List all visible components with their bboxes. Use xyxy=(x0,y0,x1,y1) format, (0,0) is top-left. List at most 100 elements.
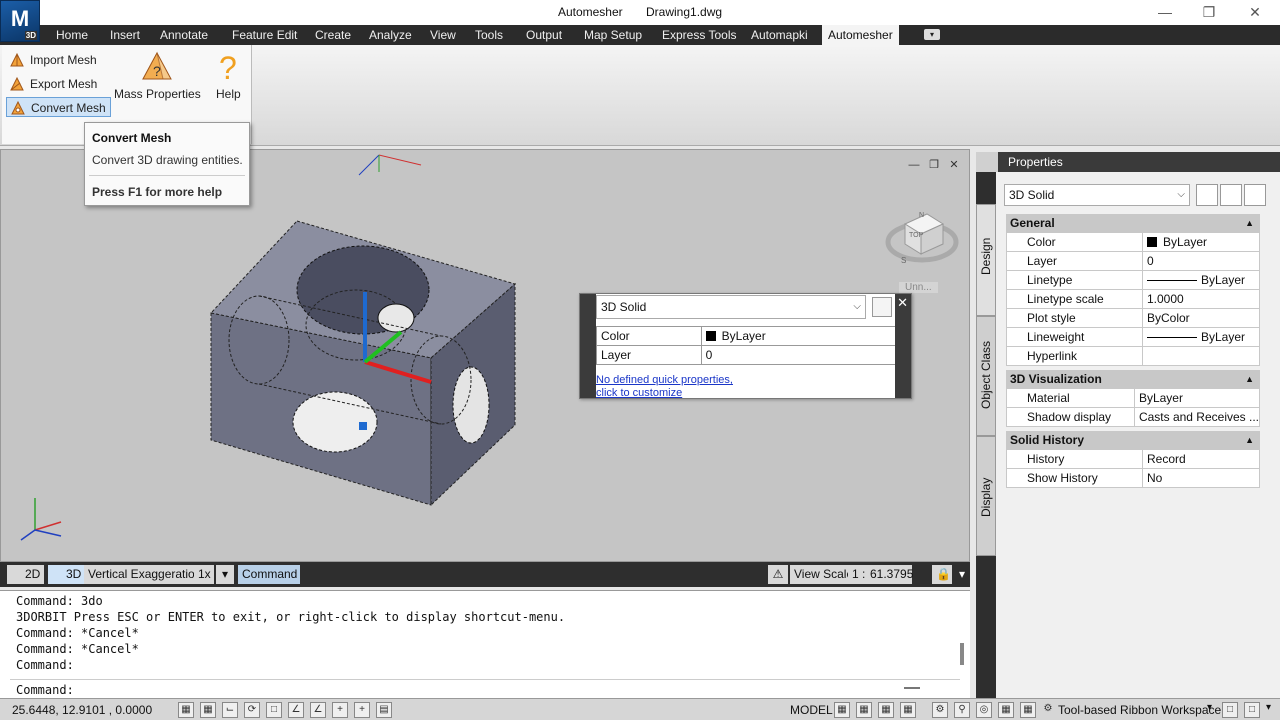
select-objects-icon[interactable] xyxy=(1220,184,1242,206)
mass-properties-button[interactable]: ? Mass Properties xyxy=(114,51,201,101)
quick-select-icon[interactable] xyxy=(1244,184,1266,206)
viewport-minimize-icon[interactable]: — xyxy=(907,158,921,172)
mode-2d-label: 2D xyxy=(25,567,41,581)
tab-design-label: Design xyxy=(979,237,993,275)
orbit-icon[interactable]: ◎ xyxy=(976,702,992,718)
ribbon-options-icon[interactable]: ▾ xyxy=(924,29,940,40)
command-scrollbar[interactable] xyxy=(960,643,964,665)
lineweight-icon[interactable]: + xyxy=(354,702,370,718)
steering-wheel-icon[interactable]: ▦ xyxy=(1020,702,1036,718)
app-menu-button[interactable]: M 3D xyxy=(0,0,40,42)
3d-solid-block[interactable] xyxy=(210,220,517,507)
vertical-exaggeration-value[interactable]: 1x xyxy=(194,565,214,584)
model-space-toggle[interactable]: MODEL xyxy=(790,703,833,717)
tab-automesher[interactable]: Automesher xyxy=(822,25,899,45)
osnap-icon[interactable]: □ xyxy=(266,702,282,718)
qp-row-value[interactable]: 0 xyxy=(700,345,897,365)
lock-icon[interactable]: □ xyxy=(1222,702,1238,718)
property-value[interactable] xyxy=(1142,346,1260,366)
quick-properties-grip[interactable] xyxy=(580,294,596,398)
snap-icon[interactable]: ▦ xyxy=(178,702,194,718)
layout-grid-icon[interactable]: ▦ xyxy=(834,702,850,718)
property-value[interactable]: ByColor xyxy=(1142,308,1260,328)
tab-express-tools[interactable]: Express Tools xyxy=(656,25,742,45)
layout-icon[interactable]: ▦ xyxy=(900,702,916,718)
ortho-icon[interactable]: ⌙ xyxy=(222,702,238,718)
pan-icon[interactable]: ▦ xyxy=(998,702,1014,718)
annotation-scale-icon[interactable]: ⚙ xyxy=(932,702,948,718)
restore-button[interactable]: ❐ xyxy=(1194,2,1224,22)
lock-icon[interactable]: 🔒 xyxy=(932,565,952,584)
chevron-down-icon[interactable]: ▾ xyxy=(1207,702,1212,713)
view-scale-value[interactable]: 61.3795 xyxy=(866,565,913,584)
warning-icon[interactable]: ⚠ xyxy=(768,565,788,584)
import-mesh-button[interactable]: Import Mesh xyxy=(6,50,101,70)
quick-properties-object-select[interactable]: 3D Solid ⌵ xyxy=(596,295,866,319)
qp-row-value[interactable]: ByLayer xyxy=(700,326,897,346)
tab-automapki[interactable]: Automapki xyxy=(745,25,814,45)
section-solid-history[interactable]: Solid History ▲ xyxy=(1006,431,1260,449)
polar-icon[interactable]: ⟳ xyxy=(244,702,260,718)
command-input[interactable]: Command: xyxy=(16,683,956,697)
section-3d-visualization[interactable]: 3D Visualization ▲ xyxy=(1006,370,1260,388)
property-value[interactable]: ByLayer xyxy=(1142,327,1260,347)
ucs-menu[interactable]: Unn... xyxy=(899,282,938,293)
link-line-1: No defined quick properties, xyxy=(596,374,733,386)
property-value[interactable]: 0 xyxy=(1142,251,1260,271)
convert-mesh-button[interactable]: Convert Mesh xyxy=(6,97,111,117)
mode-2d-button[interactable]: 2D xyxy=(7,565,45,584)
tab-analyze[interactable]: Analyze xyxy=(363,25,418,45)
property-label: Show History xyxy=(1006,468,1143,488)
property-value[interactable]: Record xyxy=(1142,449,1260,469)
quick-properties-icon[interactable]: ▤ xyxy=(376,702,392,718)
properties-object-select[interactable]: 3D Solid ⌵ xyxy=(1004,184,1190,206)
viewport-restore-icon[interactable]: ❐ xyxy=(927,158,941,172)
grid-icon[interactable]: ▦ xyxy=(200,702,216,718)
tab-tools[interactable]: Tools xyxy=(469,25,509,45)
property-value[interactable]: No xyxy=(1142,468,1260,488)
tab-home[interactable]: Home xyxy=(50,25,94,45)
tab-view[interactable]: View xyxy=(424,25,462,45)
gear-icon[interactable]: ⚙ xyxy=(1040,702,1056,718)
quick-properties-customize-link[interactable]: No defined quick properties, click to cu… xyxy=(596,374,733,400)
clean-screen-icon[interactable]: □ xyxy=(1244,702,1260,718)
dynamic-ucs-icon[interactable]: ∠ xyxy=(310,702,326,718)
help-button[interactable]: ? Help xyxy=(216,51,241,101)
property-value[interactable]: ByLayer xyxy=(1133,388,1261,408)
property-value[interactable]: 1.0000 xyxy=(1142,289,1260,309)
tab-insert[interactable]: Insert xyxy=(104,25,146,45)
tab-annotate[interactable]: Annotate xyxy=(154,25,214,45)
tab-object-class[interactable]: Object Class xyxy=(976,316,996,436)
tab-feature-edit[interactable]: Feature Edit xyxy=(226,25,303,45)
mode-3d-button[interactable]: 3D xyxy=(48,565,86,584)
section-general[interactable]: General ▲ xyxy=(1006,214,1260,232)
tab-create[interactable]: Create xyxy=(309,25,357,45)
viewport-close-icon[interactable]: ✕ xyxy=(947,158,961,172)
otrack-icon[interactable]: ∠ xyxy=(288,702,304,718)
close-button[interactable]: ✕ xyxy=(1240,2,1270,22)
export-mesh-button[interactable]: Export Mesh xyxy=(6,74,101,94)
command-minimize-icon[interactable] xyxy=(904,687,920,689)
tab-design[interactable]: Design xyxy=(976,204,996,316)
layout-icon[interactable]: ▦ xyxy=(878,702,894,718)
properties-title-bar[interactable]: Properties xyxy=(998,152,1280,172)
layout-icon[interactable]: ▦ xyxy=(856,702,872,718)
minimize-button[interactable]: — xyxy=(1150,2,1180,22)
dynamic-input-icon[interactable]: + xyxy=(332,702,348,718)
tab-map-setup[interactable]: Map Setup xyxy=(578,25,648,45)
zoom-icon[interactable]: ⚲ xyxy=(954,702,970,718)
chevron-down-icon[interactable]: ▾ xyxy=(955,565,969,584)
close-icon[interactable]: ✕ xyxy=(897,295,908,311)
tab-output[interactable]: Output xyxy=(520,25,568,45)
toggle-pickadd-icon[interactable] xyxy=(1196,184,1218,206)
quick-properties-customize-icon[interactable] xyxy=(872,297,892,317)
property-value[interactable]: ByLayer xyxy=(1142,232,1260,252)
workspace-switcher[interactable]: Tool-based Ribbon Workspace xyxy=(1058,703,1221,717)
chevron-down-icon[interactable]: ▾ xyxy=(216,565,234,584)
tab-display[interactable]: Display xyxy=(976,436,996,556)
command-history: Command: 3do 3DORBIT Press ESC or ENTER … xyxy=(16,593,565,673)
command-tab[interactable]: Command xyxy=(238,565,300,584)
property-value[interactable]: ByLayer xyxy=(1142,270,1260,290)
property-value[interactable]: Casts and Receives ... xyxy=(1133,407,1261,427)
chevron-down-icon[interactable]: ▾ xyxy=(1266,702,1271,713)
